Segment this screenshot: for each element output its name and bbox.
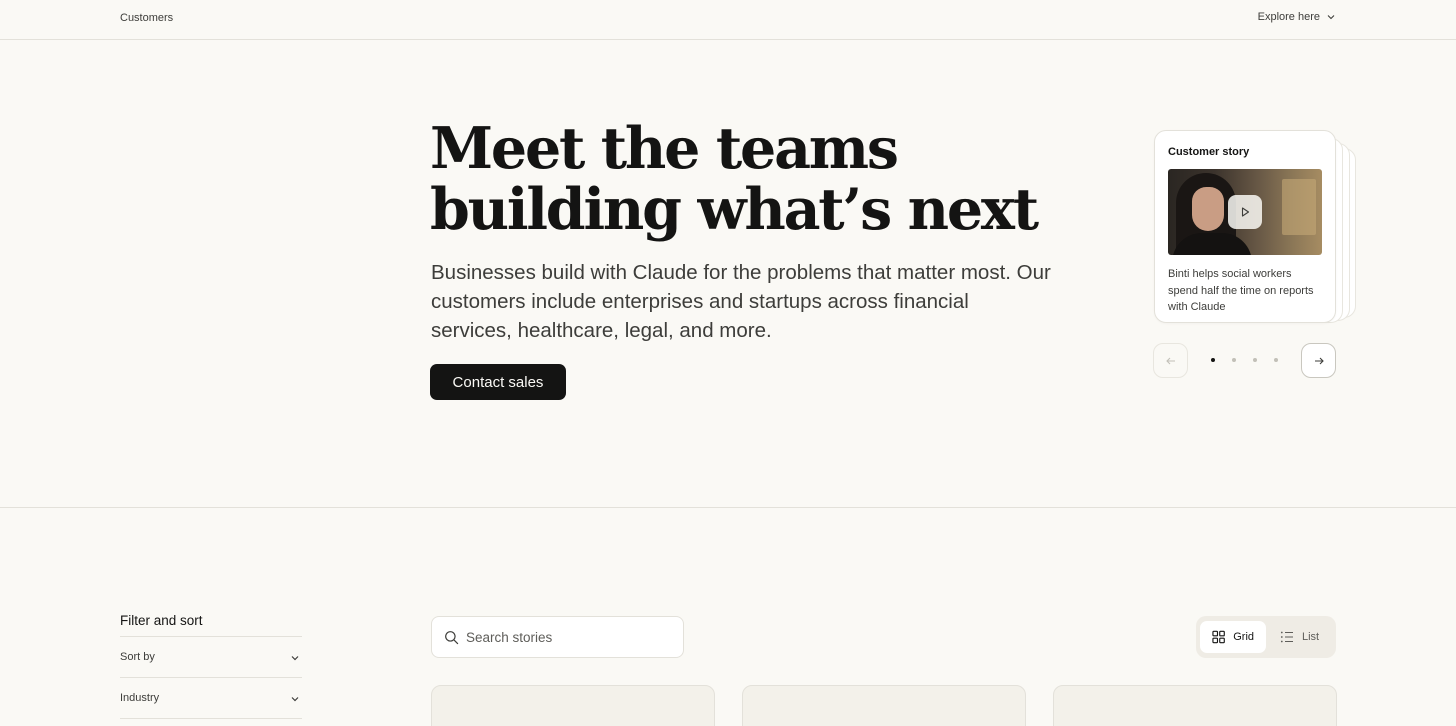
story-grid-card-3[interactable] <box>1053 685 1337 726</box>
hero-title: Meet the teams building what’s next <box>430 118 1070 240</box>
thumbnail-window <box>1282 179 1316 235</box>
search-box <box>431 616 684 658</box>
filter-industry[interactable]: Industry <box>120 677 302 718</box>
list-icon <box>1280 631 1293 643</box>
chevron-down-icon <box>1327 15 1335 20</box>
carousel-dot-3[interactable] <box>1253 358 1257 362</box>
filter-sort-title: Filter and sort <box>120 613 203 628</box>
carousel-dot-4[interactable] <box>1274 358 1278 362</box>
view-list-label: List <box>1302 631 1320 643</box>
view-list-button[interactable]: List <box>1268 621 1332 653</box>
customer-story-card[interactable]: Customer story Binti helps social worker… <box>1154 130 1336 323</box>
explore-dropdown[interactable]: Explore here <box>1258 11 1336 23</box>
contact-sales-button[interactable]: Contact sales <box>430 364 566 400</box>
story-grid-card-2[interactable] <box>742 685 1026 726</box>
view-grid-label: Grid <box>1233 631 1254 643</box>
story-video-thumbnail[interactable] <box>1168 169 1322 255</box>
section-divider <box>0 507 1456 508</box>
search-input[interactable] <box>466 617 676 657</box>
arrow-left-icon <box>1165 357 1175 364</box>
hero-title-line-1: Meet the teams <box>430 115 899 182</box>
chevron-down-icon <box>291 697 299 702</box>
grid-icon <box>1212 630 1225 644</box>
nav-brand-customers[interactable]: Customers <box>120 12 173 24</box>
story-grid-card-1[interactable] <box>431 685 715 726</box>
view-grid-button[interactable]: Grid <box>1200 621 1266 653</box>
play-button[interactable] <box>1228 195 1262 229</box>
filter-sort-by-label: Sort by <box>120 651 155 663</box>
filter-industry-label: Industry <box>120 692 160 704</box>
view-toggle: Grid List <box>1196 616 1336 658</box>
chevron-down-icon <box>291 656 299 661</box>
carousel-next-button[interactable] <box>1301 343 1336 378</box>
hero-subtitle: Businesses build with Claude for the pro… <box>431 261 1051 342</box>
story-label: Customer story <box>1168 146 1250 158</box>
hero-title-line-2: building what’s next <box>430 176 1039 243</box>
carousel-prev-button[interactable] <box>1153 343 1188 378</box>
carousel-dot-2[interactable] <box>1232 358 1236 362</box>
filter-sort-by[interactable]: Sort by <box>120 636 302 677</box>
customers-page: Customers Explore here Meet the teams bu… <box>0 0 1456 726</box>
thumbnail-person-face <box>1192 187 1224 231</box>
carousel-dot-1[interactable] <box>1211 358 1215 362</box>
top-nav: Customers Explore here <box>0 0 1456 40</box>
play-icon <box>1241 207 1250 217</box>
search-icon <box>445 631 459 645</box>
filter-next-row <box>120 718 302 726</box>
explore-label: Explore here <box>1257 11 1320 23</box>
story-description: Binti helps social workers spend half th… <box>1168 268 1314 313</box>
arrow-right-icon <box>1314 357 1324 364</box>
